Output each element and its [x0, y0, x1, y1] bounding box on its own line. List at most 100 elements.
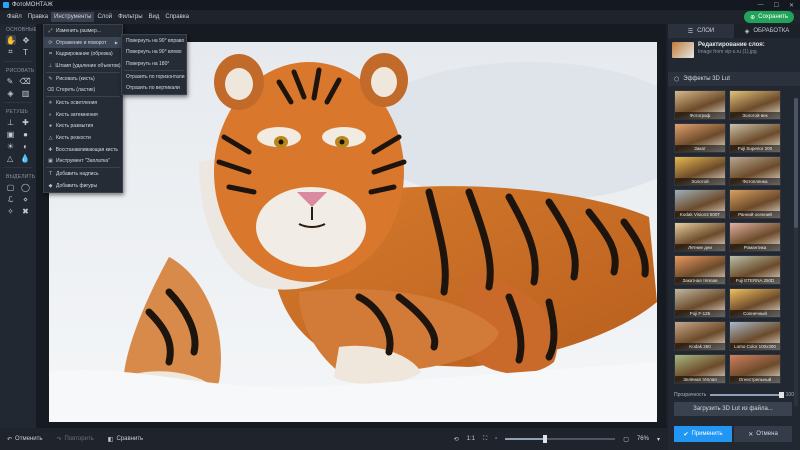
load-lut-button[interactable]: Загрузить 3D Lut из файла... [674, 402, 792, 416]
sharpen-tool-icon[interactable]: △ [6, 153, 14, 163]
menu-filters[interactable]: Фильтры [115, 12, 145, 22]
fit-screen-icon[interactable]: ⛶ [483, 436, 487, 443]
menu-item-sharpen[interactable]: △ Кисть резкости [44, 132, 122, 144]
zoom-knob[interactable] [542, 435, 547, 443]
healing-tool-icon[interactable]: ✚ [21, 117, 30, 127]
menu-item-burn[interactable]: ◐ Кисть затемнения [44, 109, 122, 121]
minimize-icon[interactable]: — [758, 2, 764, 9]
menu-item-blur[interactable]: ● Кисть размытия [44, 121, 122, 133]
ellipse-select-icon[interactable]: ◯ [21, 182, 30, 192]
lut-scroll-thumb[interactable] [794, 98, 798, 228]
lut-tile[interactable]: Ранний осенний [729, 189, 781, 219]
patch-tool-icon[interactable]: ▣ [6, 129, 15, 139]
burn-tool-icon[interactable]: ◐ [21, 141, 30, 151]
lut-tile[interactable]: Солнечный [729, 288, 781, 318]
cancel-button[interactable]: ✕ Отмена [734, 426, 792, 442]
move-tool-icon[interactable]: ✥ [22, 35, 30, 45]
shapes-icon: ◆ [48, 182, 53, 189]
menu-file[interactable]: Файл [4, 12, 25, 22]
deselect-icon[interactable]: ✖ [21, 206, 30, 216]
stamp-tool-icon[interactable]: ⊥ [6, 117, 15, 127]
lut-tile[interactable]: Lomo Color 100x300 [729, 321, 781, 351]
lut-tile[interactable]: Огнестрельный эффект [729, 354, 781, 384]
lut-tile[interactable]: Золотой [674, 156, 726, 186]
menu-view[interactable]: Вид [146, 12, 163, 22]
lut-tile[interactable]: Золотой век [729, 90, 781, 120]
lut-tile[interactable]: Kodak 250 [674, 321, 726, 351]
lut-tile[interactable]: Kodak Vision3 500T 5219 [674, 189, 726, 219]
save-button[interactable]: ⊕ Сохранить [744, 11, 794, 23]
menu-item-healing[interactable]: ✚ Восстанавливающая кисть [44, 144, 122, 156]
submenu-rotate-left[interactable]: Повернуть на 90° влево [122, 47, 186, 59]
lut-label: Романтика [730, 244, 780, 251]
submenu-rotate-right[interactable]: Повернуть на 90° вправо [122, 35, 186, 47]
tab-processing[interactable]: ◈ ОБРАБОТКА [734, 24, 800, 38]
menu-layer[interactable]: Слой [94, 12, 115, 22]
lut-tile[interactable]: Fuji Superior 200 [729, 123, 781, 153]
submenu-flip-vertical[interactable]: Отразить по вертикали [122, 82, 186, 94]
fill-tool-icon[interactable]: ◈ [6, 88, 15, 98]
eraser-tool-icon[interactable]: ⌫ [19, 76, 30, 86]
rotate-canvas-icon[interactable]: ⟲ [454, 436, 459, 443]
zoom-dropdown-icon[interactable]: ▾ [657, 436, 660, 443]
plus-icon: ⊕ [750, 14, 756, 21]
lut-tile[interactable]: Fuji F-125 [674, 288, 726, 318]
opacity-knob[interactable] [778, 392, 784, 398]
zoom-slider[interactable] [505, 435, 616, 443]
menu-item-crop[interactable]: ⌗ Кадрирование (обрезка) [44, 48, 122, 60]
magic-select-icon[interactable]: ⋄ [21, 194, 30, 204]
lut-tile[interactable]: Зелёная тёплая [674, 354, 726, 384]
lut-tile[interactable]: Закат [674, 123, 726, 153]
zoom-value[interactable]: 76% [637, 436, 649, 442]
opacity-slider[interactable] [710, 392, 784, 398]
menu-tools[interactable]: Инструменты [51, 12, 95, 22]
tab-layers[interactable]: ☰ СЛОИ [668, 24, 734, 38]
tools-menu: ⤢ Изменить размер... ⟳ Отражение и повор… [43, 24, 123, 193]
close-icon[interactable]: ✕ [789, 2, 794, 9]
undo-button[interactable]: ↶ Отменить [0, 436, 49, 443]
text-tool-icon[interactable]: T [21, 47, 30, 57]
menu-item-resize[interactable]: ⤢ Изменить размер... [44, 25, 122, 37]
select-tool-icon[interactable]: ✋ [6, 35, 16, 45]
submenu-rotate-180[interactable]: Повернуть на 180° [122, 58, 186, 70]
layer-filename: Image from vip-s.ru (1).jpg [698, 49, 757, 55]
menu-item-shapes[interactable]: ◆ Добавить фигуры [44, 180, 122, 192]
maximize-icon[interactable]: ☐ [774, 2, 779, 9]
blur-tool-icon[interactable]: ● [21, 129, 30, 139]
menu-item-text[interactable]: T Добавить надпись [44, 168, 122, 180]
submenu-flip-horizontal[interactable]: Отразить по горизонтали [122, 71, 186, 83]
lut-scrollbar[interactable] [794, 98, 798, 406]
lasso-icon[interactable]: ℒ [6, 194, 15, 204]
menu-help[interactable]: Справка [162, 12, 192, 22]
compare-button[interactable]: ◧ Сравнить [101, 436, 150, 443]
menu-item-dodge[interactable]: ☀ Кисть осветления [44, 97, 122, 109]
lut-tile[interactable]: Закатная тёплая [674, 255, 726, 285]
opacity-fill [710, 394, 782, 396]
brush-tool-icon[interactable]: ✎ [6, 76, 14, 86]
opacity-value[interactable]: 100 [786, 392, 794, 398]
actual-size-button[interactable]: 1:1 [467, 436, 475, 442]
tiger-photo[interactable] [49, 42, 657, 422]
menu-item-patch[interactable]: ▣ Инструмент "Заплатка" [44, 156, 122, 168]
dodge-tool-icon[interactable]: ☀ [6, 141, 15, 151]
drop-tool-icon[interactable]: 💧 [20, 153, 30, 163]
lut-tile[interactable]: Летние дни [674, 222, 726, 252]
magic-wand-icon[interactable]: ✧ [6, 206, 15, 216]
redo-button[interactable]: ↷ Повторить [49, 436, 100, 443]
lut-tile[interactable]: Романтика [729, 222, 781, 252]
zoom-controls: ⟲ 1:1 ⛶ ▫ ▢ 76% ▾ [454, 435, 668, 443]
zoom-out-icon[interactable]: ▫ [495, 436, 497, 442]
menu-item-eraser[interactable]: ⌫ Стереть (ластик) [44, 84, 122, 96]
lut-tile[interactable]: Fuji ETERNA 250D [729, 255, 781, 285]
gradient-tool-icon[interactable]: ▥ [21, 88, 30, 98]
menu-item-brush[interactable]: ✎ Рисовать (кисть) [44, 73, 122, 85]
lut-tile[interactable]: Фотопленка [729, 156, 781, 186]
crop-tool-icon[interactable]: ⌗ [6, 47, 15, 57]
zoom-in-icon[interactable]: ▢ [623, 436, 629, 443]
menu-edit[interactable]: Правка [25, 12, 51, 22]
apply-button[interactable]: ✔ Применить [674, 426, 732, 442]
menu-item-stamp[interactable]: ⊥ Штамп (удаление объектов) [44, 60, 122, 72]
lut-tile[interactable]: Фотограф [674, 90, 726, 120]
menu-item-rotate[interactable]: ⟳ Отражение и поворот ▶ [44, 36, 122, 49]
rect-select-icon[interactable]: ▢ [6, 182, 15, 192]
